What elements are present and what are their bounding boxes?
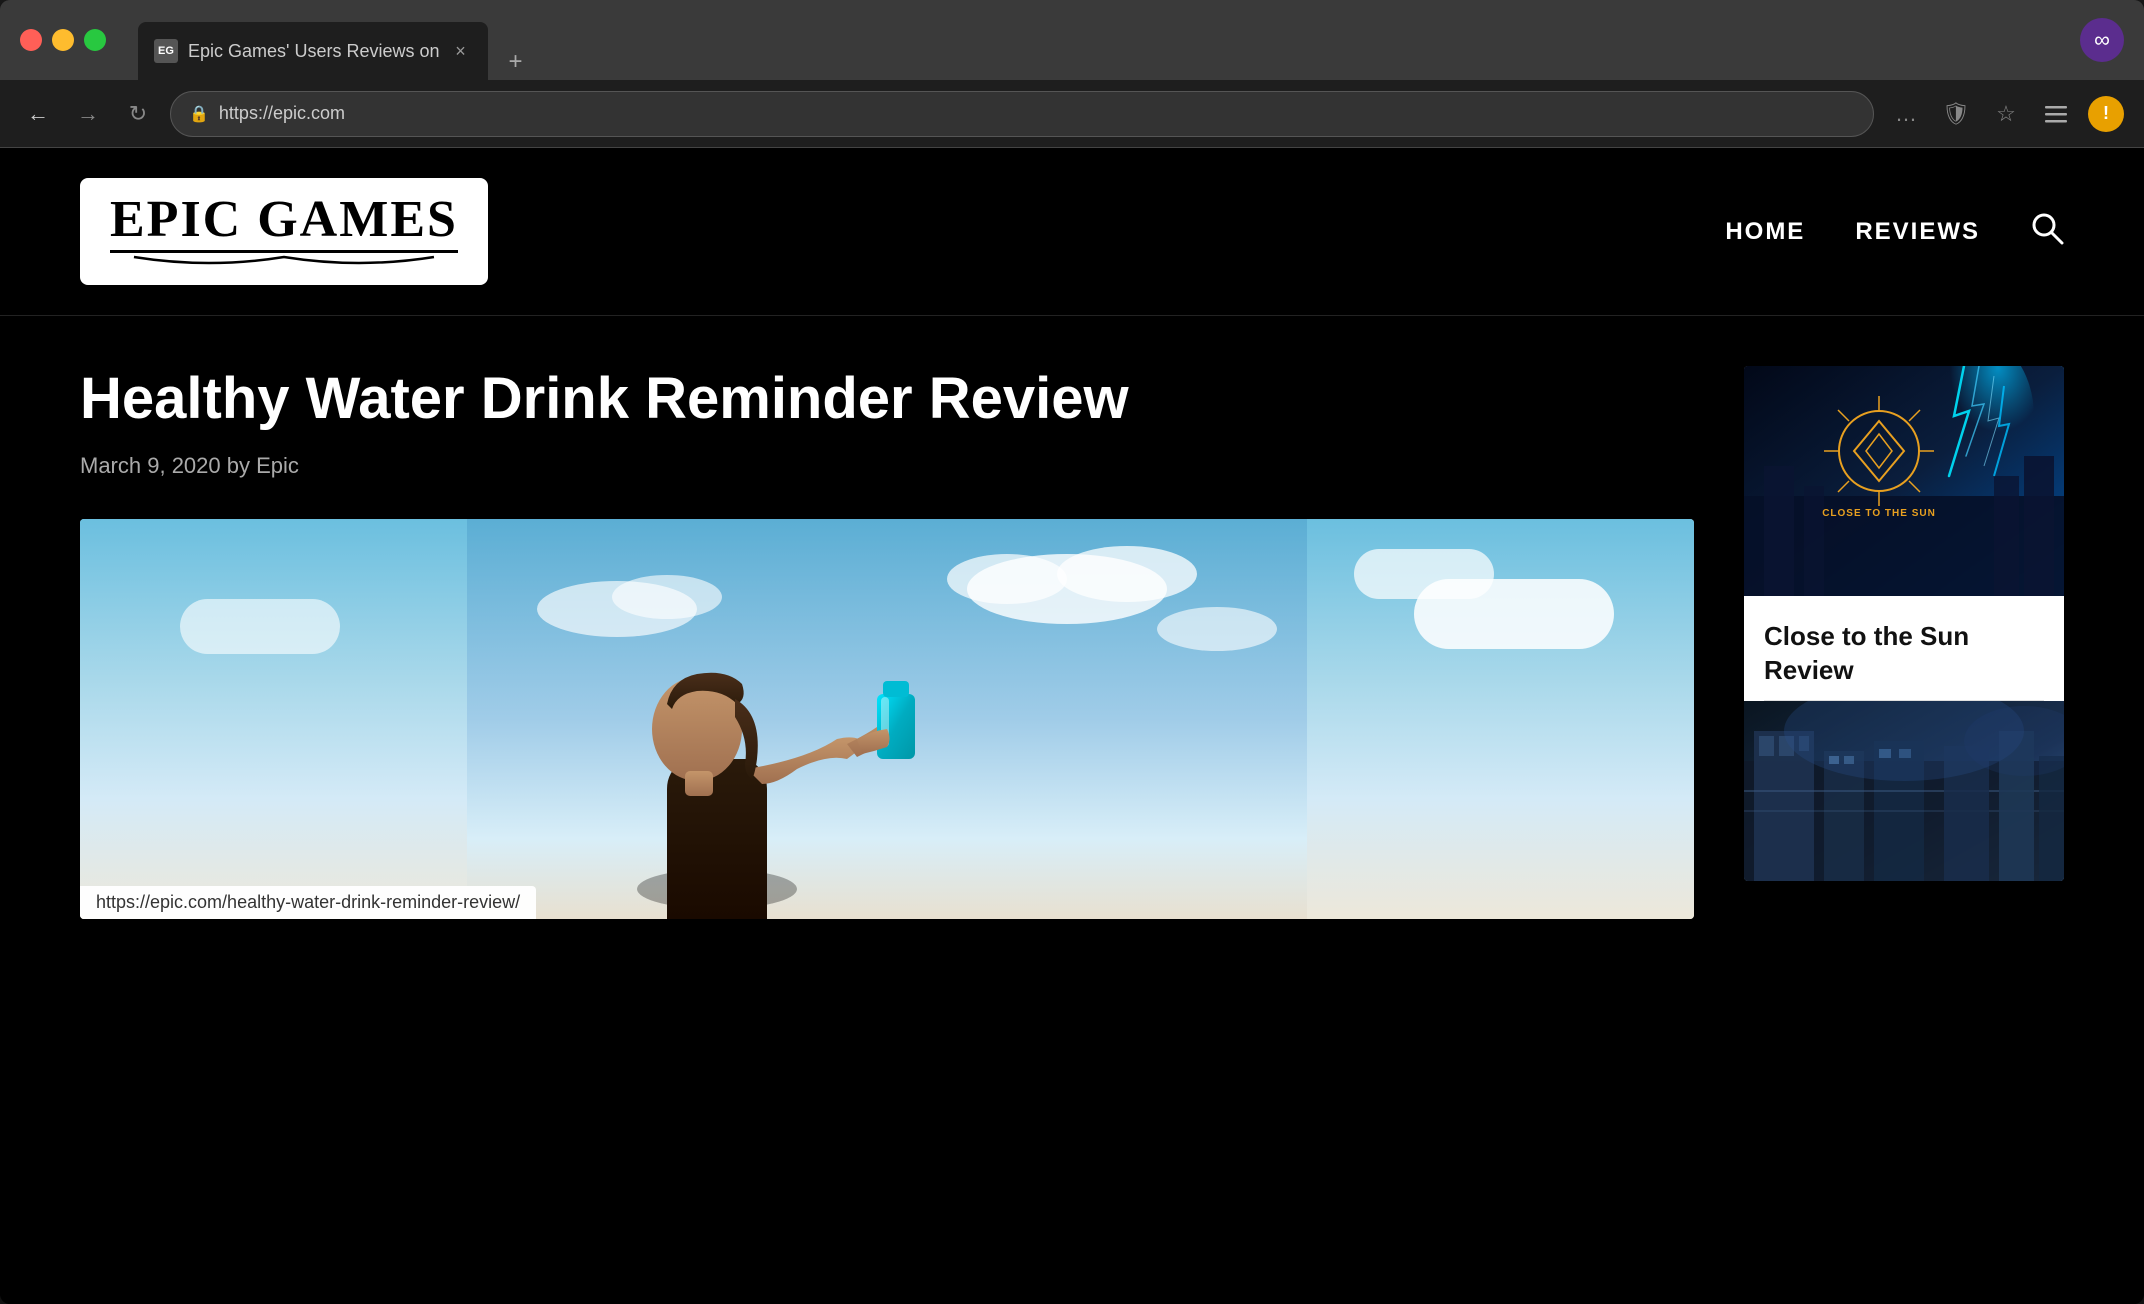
site-header: EPIC GAMES HOME REVIEWS bbox=[0, 148, 2144, 316]
new-tab-button[interactable]: + bbox=[498, 44, 534, 80]
reload-button[interactable]: ↻ bbox=[120, 96, 156, 132]
tab-favicon: EG bbox=[154, 39, 178, 63]
address-bar: ← → ↻ 🔒 https://epic.com … 🛡 ☆ ! bbox=[0, 80, 2144, 148]
tab-title: Epic Games' Users Reviews on bbox=[188, 41, 440, 62]
nav-home-link[interactable]: HOME bbox=[1725, 218, 1805, 246]
forward-button[interactable]: → bbox=[70, 96, 106, 132]
article-date: March 9, 2020 bbox=[80, 453, 221, 478]
address-actions: … 🛡 ☆ ! bbox=[1888, 96, 2124, 132]
url-text: https://epic.com bbox=[219, 103, 345, 124]
svg-text:CLOSE TO THE SUN: CLOSE TO THE SUN bbox=[1822, 508, 1936, 519]
security-icon: 🔒 bbox=[189, 104, 209, 124]
close-window-button[interactable] bbox=[20, 29, 42, 51]
sidebar-game-title-1[interactable]: Close to the Sun Review bbox=[1744, 596, 2064, 700]
profile-button[interactable]: ∞ bbox=[2080, 18, 2124, 62]
sidebar-game-image-1[interactable]: CLOSE TO THE SUN bbox=[1744, 366, 2064, 596]
browser-window: EG Epic Games' Users Reviews on × + ∞ ← … bbox=[0, 0, 2144, 1304]
traffic-lights bbox=[20, 29, 106, 51]
minimize-window-button[interactable] bbox=[52, 29, 74, 51]
maximize-window-button[interactable] bbox=[84, 29, 106, 51]
nav-reviews-link[interactable]: REVIEWS bbox=[1855, 218, 1980, 246]
active-tab[interactable]: EG Epic Games' Users Reviews on × bbox=[138, 22, 488, 80]
article-meta: March 9, 2020 by Epic bbox=[80, 453, 1694, 479]
article-by: by bbox=[227, 453, 256, 478]
shield-button[interactable]: 🛡 bbox=[1938, 96, 1974, 132]
tab-bar: EG Epic Games' Users Reviews on × + bbox=[138, 0, 534, 80]
more-options-button[interactable]: … bbox=[1888, 96, 1924, 132]
search-icon[interactable] bbox=[2030, 211, 2064, 252]
bookmark-button[interactable]: ☆ bbox=[1988, 96, 2024, 132]
article-title: Healthy Water Drink Reminder Review bbox=[80, 366, 1694, 433]
sidebar-card: CLOSE TO THE SUN Close to the Sun Review bbox=[1744, 366, 2064, 881]
title-bar: EG Epic Games' Users Reviews on × + ∞ bbox=[0, 0, 2144, 80]
main-layout: Healthy Water Drink Reminder Review Marc… bbox=[0, 316, 2144, 1304]
site-nav: HOME REVIEWS bbox=[1725, 211, 2064, 252]
main-content: Healthy Water Drink Reminder Review Marc… bbox=[80, 366, 1744, 1292]
status-tooltip: https://epic.com/healthy-water-drink-rem… bbox=[80, 886, 536, 919]
logo-text: EPIC GAMES bbox=[110, 194, 458, 246]
article-author: Epic bbox=[256, 453, 299, 478]
sidebar: CLOSE TO THE SUN Close to the Sun Review bbox=[1744, 366, 2064, 1292]
url-bar[interactable]: 🔒 https://epic.com bbox=[170, 91, 1874, 137]
tab-close-button[interactable]: × bbox=[450, 40, 472, 62]
article-image: https://epic.com/healthy-water-drink-rem… bbox=[80, 519, 1694, 919]
menu-button[interactable] bbox=[2038, 96, 2074, 132]
page-content: EPIC GAMES HOME REVIEWS bbox=[0, 148, 2144, 1304]
back-button[interactable]: ← bbox=[20, 96, 56, 132]
site-logo[interactable]: EPIC GAMES bbox=[80, 178, 488, 285]
sidebar-game-image-2[interactable] bbox=[1744, 701, 2064, 881]
